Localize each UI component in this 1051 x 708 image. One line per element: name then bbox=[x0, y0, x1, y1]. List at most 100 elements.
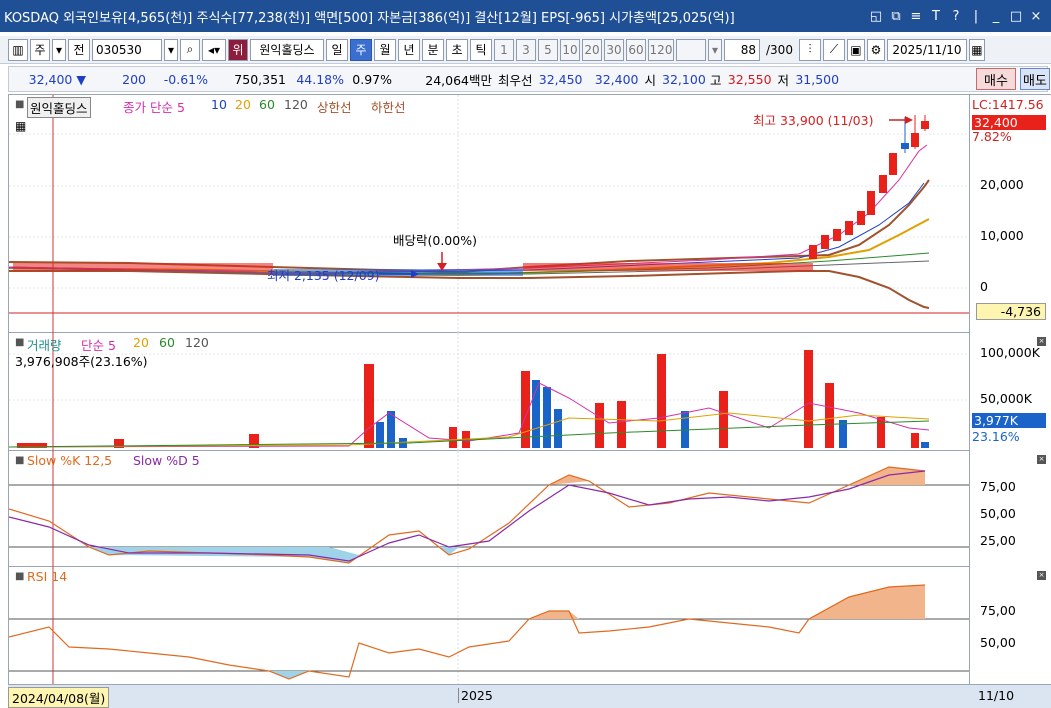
rsi-pane[interactable]: ■ RSI 14 × 75,00 50,00 bbox=[9, 567, 1051, 685]
save-icon[interactable]: ▣ bbox=[846, 38, 865, 61]
gear-icon[interactable]: ⚙ bbox=[866, 38, 885, 61]
interval-3[interactable]: 3 bbox=[516, 38, 536, 61]
candle-tool-icon[interactable]: ⫶ bbox=[798, 38, 821, 61]
sell-button[interactable]: 매도 bbox=[1020, 68, 1050, 90]
legend-ma5: 종가 단순 5 bbox=[123, 100, 185, 115]
table-toggle-icon[interactable]: ▦ bbox=[15, 119, 26, 133]
title-bar: KOSDAQ 외국인보유[4,565(천)] 주식수[77,238(천)] 액면… bbox=[0, 0, 1051, 32]
rsi-y-axis[interactable]: × 75,00 50,00 bbox=[969, 567, 1051, 685]
chart-area[interactable]: ■ 원익홀딩스 종가 단순 5 10 20 60 120 상한선 하한선 ▦ 최… bbox=[8, 94, 1051, 708]
lc-label: LC:1417.56 bbox=[972, 97, 1044, 112]
volume-pane[interactable]: ■ 거래량 단순 5 20 60 120 3,976,908주(23.16%) … bbox=[9, 333, 1051, 451]
volume-plot[interactable] bbox=[9, 333, 969, 451]
interval-30[interactable]: 30 bbox=[604, 38, 624, 61]
tab-day[interactable]: 일 bbox=[326, 38, 348, 61]
open-label: 시 bbox=[644, 72, 657, 88]
pane-handle-icon[interactable]: ■ bbox=[15, 571, 24, 582]
legend-ma120: 120 bbox=[284, 97, 308, 112]
custom-interval-field[interactable] bbox=[676, 38, 706, 61]
help-icon[interactable]: ? bbox=[947, 9, 965, 24]
period-select[interactable]: 주 bbox=[30, 38, 50, 61]
restore-icon[interactable]: ◱ bbox=[867, 9, 885, 24]
pane-handle-icon[interactable]: ■ bbox=[15, 337, 24, 348]
interval-10[interactable]: 10 bbox=[560, 38, 580, 61]
stochastic-pane[interactable]: ■ Slow %K 12,5 Slow %D 5 × 75,00 50,00 2… bbox=[9, 451, 1051, 567]
date-input[interactable]: 2025/11/10 bbox=[886, 38, 967, 61]
interval-120[interactable]: 120 bbox=[648, 38, 674, 61]
tab-minute[interactable]: 분 bbox=[422, 38, 444, 61]
best-ask-label: 최우선 bbox=[498, 72, 533, 88]
interval-20[interactable]: 20 bbox=[582, 38, 602, 61]
price-pane[interactable]: ■ 원익홀딩스 종가 단순 5 10 20 60 120 상한선 하한선 ▦ 최… bbox=[9, 95, 1051, 333]
open-price: 32,100 bbox=[662, 71, 706, 87]
ytick-10000: 10,000 bbox=[980, 228, 1024, 243]
ytick-100000k: 100,000K bbox=[980, 345, 1040, 360]
jeon-button[interactable]: 전 bbox=[68, 38, 90, 61]
stochastic-plot[interactable] bbox=[9, 451, 969, 567]
close-icon[interactable]: × bbox=[1027, 9, 1045, 24]
copy-window-icon[interactable]: ⧉ bbox=[887, 9, 905, 24]
code-dropdown-icon[interactable]: ▾ bbox=[164, 38, 178, 61]
stock-code-input[interactable]: 030530 bbox=[92, 38, 162, 61]
window-title: KOSDAQ 외국인보유[4,565(천)] 주식수[77,238(천)] 액면… bbox=[4, 10, 735, 26]
wi-button[interactable]: 위 bbox=[228, 38, 248, 61]
price-legend-name[interactable]: 원익홀딩스 bbox=[27, 97, 91, 118]
candles bbox=[13, 115, 929, 276]
tab-tick[interactable]: 틱 bbox=[470, 38, 492, 61]
count-total: /300 bbox=[766, 42, 793, 57]
maximize-icon[interactable]: □ bbox=[1007, 9, 1025, 24]
price-plot[interactable] bbox=[9, 95, 969, 333]
tab-year[interactable]: 년 bbox=[398, 38, 420, 61]
high-annotation: 최고 33,900 (11/03) bbox=[753, 113, 874, 128]
sound-icon[interactable]: ◂▾ bbox=[202, 38, 226, 61]
period-dropdown-icon[interactable]: ▾ bbox=[52, 38, 66, 61]
year-label: 2025 bbox=[458, 688, 493, 703]
minimize-icon[interactable]: _ bbox=[987, 9, 1005, 24]
ytick-20000: 20,000 bbox=[980, 177, 1024, 192]
stochastic-y-axis[interactable]: × 75,00 50,00 25,00 bbox=[969, 451, 1051, 567]
time-axis[interactable]: 2024/04/08(월) 2025 11/10 bbox=[8, 684, 1051, 708]
slow-k-legend: Slow %K 12,5 bbox=[27, 453, 113, 468]
price-y-axis[interactable]: LC:1417.56 32,400 7.82% 20,000 10,000 0 … bbox=[969, 95, 1051, 333]
tab-second[interactable]: 초 bbox=[446, 38, 468, 61]
interval-60[interactable]: 60 bbox=[626, 38, 646, 61]
pane-handle-icon[interactable]: ■ bbox=[15, 99, 24, 110]
calendar-icon[interactable]: ▦ bbox=[968, 38, 985, 61]
tab-month[interactable]: 월 bbox=[374, 38, 396, 61]
low-annotation: 최저 2,135 (12/09) bbox=[267, 268, 380, 283]
ytick-50000k: 50,000K bbox=[980, 391, 1032, 406]
volume-legend-ma20: 20 bbox=[133, 335, 149, 350]
legend-ma10: 10 bbox=[211, 97, 227, 112]
volume-legend-ma60: 60 bbox=[159, 335, 175, 350]
price-tag: 32,400 bbox=[972, 115, 1046, 130]
pane-handle-icon[interactable]: ■ bbox=[15, 455, 24, 466]
legend-upper-band: 상한선 bbox=[317, 100, 352, 115]
tab-week[interactable]: 주 bbox=[350, 38, 372, 61]
rsi-plot[interactable] bbox=[9, 567, 969, 685]
search-icon[interactable]: ⌕ bbox=[180, 38, 200, 61]
low-price: 31,500 bbox=[795, 71, 840, 87]
interval-5[interactable]: 5 bbox=[538, 38, 558, 61]
pane-close-icon[interactable]: × bbox=[1037, 455, 1046, 464]
legend-lower-band: 하한선 bbox=[371, 100, 406, 115]
volume-tag-pct: 23.16% bbox=[972, 429, 1020, 444]
ytick-75: 75,00 bbox=[980, 479, 1016, 494]
best-bid: 32,400 bbox=[594, 71, 639, 87]
volume-y-axis[interactable]: × 100,000K 50,000K 3,977K 23.16% bbox=[969, 333, 1051, 451]
interval-dropdown-icon[interactable]: ▾ bbox=[708, 38, 722, 61]
change-percent: -0.61% bbox=[163, 71, 208, 87]
pane-close-icon[interactable]: × bbox=[1037, 571, 1046, 580]
buy-button[interactable]: 매수 bbox=[976, 68, 1016, 90]
draw-tool-icon[interactable]: ⟋ bbox=[822, 38, 845, 61]
chart-type-icon[interactable]: ▥ bbox=[8, 38, 28, 61]
pin-icon[interactable]: ≡ bbox=[907, 9, 925, 24]
text-icon[interactable]: T bbox=[927, 9, 945, 24]
count-input[interactable]: 88 bbox=[724, 38, 760, 61]
volume-value: 750,351 bbox=[234, 71, 286, 87]
legend-ma60: 60 bbox=[259, 97, 275, 112]
current-price: 32,400 ▼ bbox=[28, 71, 86, 87]
interval-1[interactable]: 1 bbox=[494, 38, 514, 61]
dividend-annotation: 배당락(0.00%) bbox=[393, 233, 477, 248]
volume-current: 3,976,908주(23.16%) bbox=[15, 354, 148, 369]
stock-name-field[interactable]: 원익홀딩스 bbox=[250, 38, 324, 61]
